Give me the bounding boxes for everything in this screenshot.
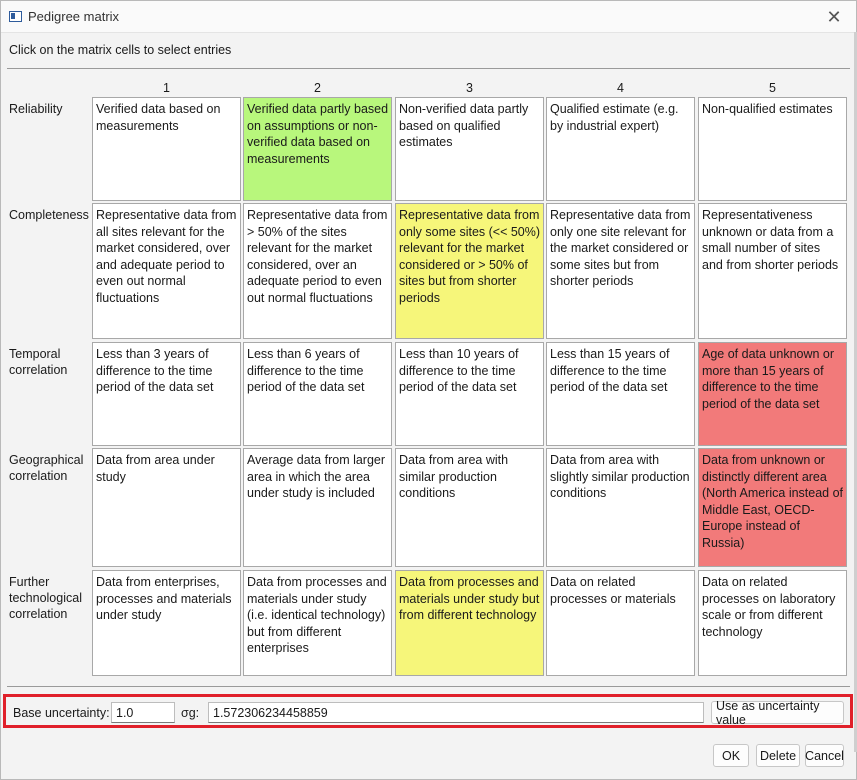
top-divider [7,68,850,69]
column-header-5: 5 [769,81,776,95]
use-as-uncertainty-button[interactable]: Use as uncertainty value [711,699,844,727]
bottom-divider [7,686,850,687]
row-label-completeness: Completeness [9,208,89,222]
matrix-cell[interactable]: Average data from larger area in which t… [243,448,392,567]
matrix-cell[interactable]: Less than 10 years of difference to the … [395,342,544,446]
pedigree-matrix-dialog: Pedigree matrix ✕ Click on the matrix ce… [0,0,857,780]
title-bar: Pedigree matrix ✕ [1,1,856,33]
matrix-cell[interactable]: Less than 15 years of difference to the … [546,342,695,446]
row-label-reliability: Reliability [9,102,63,116]
matrix-cell-selected[interactable]: Verified data partly based on assumption… [243,97,392,201]
instructions-text: Click on the matrix cells to select entr… [9,43,232,57]
matrix-cell[interactable]: Non-qualified estimates [698,97,847,201]
matrix-cell-selected[interactable]: Representative data from only some sites… [395,203,544,339]
matrix-cell-selected[interactable]: Data from unknown or distinctly differen… [698,448,847,567]
window-title: Pedigree matrix [28,9,120,24]
matrix-cell[interactable]: Representative data from all sites relev… [92,203,241,339]
sigma-g-field[interactable] [208,702,704,723]
matrix-cell[interactable]: Less than 3 years of difference to the t… [92,342,241,446]
column-header-2: 2 [314,81,321,95]
uncertainty-bar: Base uncertainty: σg: Use as uncertainty… [3,694,853,728]
column-header-1: 1 [163,81,170,95]
matrix-cell[interactable]: Data from area with similar production c… [395,448,544,567]
row-label-geographical-correlation: Geographical correlation [9,453,84,483]
matrix-cell[interactable]: Data from enterprises, processes and mat… [92,570,241,676]
matrix-cell[interactable]: Data on related processes on laboratory … [698,570,847,676]
matrix-cell[interactable]: Less than 6 years of difference to the t… [243,342,392,446]
matrix-cell[interactable]: Data from area with slightly similar pro… [546,448,695,567]
close-icon[interactable]: ✕ [816,3,852,31]
matrix-cell[interactable]: Data from processes and materials under … [243,570,392,676]
matrix-cell[interactable]: Representative data from > 50% of the si… [243,203,392,339]
matrix-cell-selected[interactable]: Age of data unknown or more than 15 year… [698,342,847,446]
matrix-cell[interactable]: Verified data based on measurements [92,97,241,201]
matrix-cell-selected[interactable]: Data from processes and materials under … [395,570,544,676]
base-uncertainty-label: Base uncertainty: [13,706,110,720]
column-header-4: 4 [617,81,624,95]
matrix-cell[interactable]: Qualified estimate (e.g. by industrial e… [546,97,695,201]
matrix-cell[interactable]: Data on related processes or materials [546,570,695,676]
sigma-label: σg: [181,706,200,720]
matrix-cell[interactable]: Representativeness unknown or data from … [698,203,847,339]
row-label-temporal-correlation: Temporal correlation [9,347,68,377]
matrix-cell[interactable]: Non-verified data partly based on qualif… [395,97,544,201]
delete-button[interactable]: Delete [756,744,800,767]
column-header-3: 3 [466,81,473,95]
row-label-further-technological-correlation: Further technological correlation [9,575,82,621]
app-window-icon [9,11,22,22]
ok-button[interactable]: OK [713,744,749,767]
cancel-button[interactable]: Cancel [805,744,844,767]
base-uncertainty-input[interactable] [111,702,175,723]
matrix-cell[interactable]: Representative data from only one site r… [546,203,695,339]
matrix-cell[interactable]: Data from area under study [92,448,241,567]
